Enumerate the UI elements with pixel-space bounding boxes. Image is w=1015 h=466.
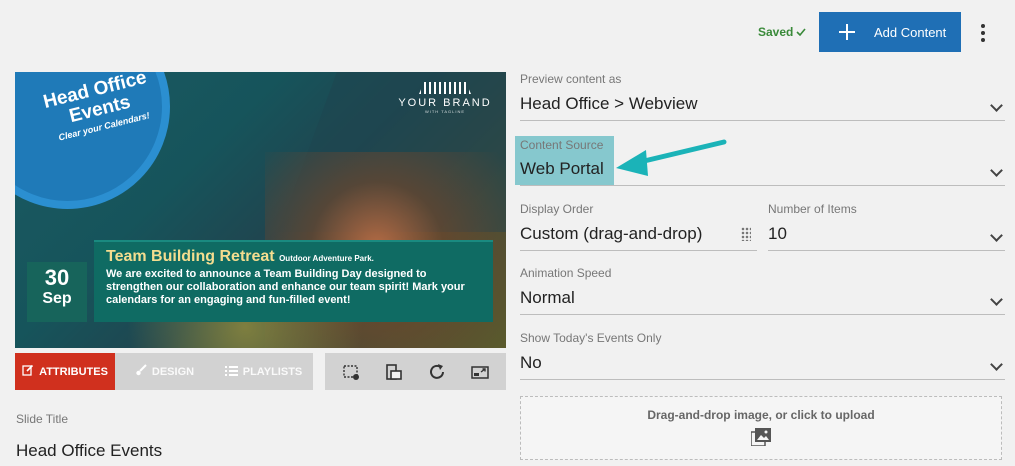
tab-design[interactable]: DESIGN — [115, 353, 214, 390]
content-source-label: Content Source — [520, 138, 604, 152]
animation-speed-value: Normal — [520, 288, 575, 307]
number-of-items-value: 10 — [768, 224, 787, 243]
display-order-select[interactable]: Display Order Custom (drag-and-drop) — [520, 202, 757, 251]
editor-tabs: ATTRIBUTES DESIGN PLAYLISTS — [15, 353, 313, 390]
chevron-down-icon — [990, 99, 1003, 112]
slide-title-input[interactable]: Head Office Events — [16, 441, 162, 461]
add-content-button[interactable]: Add Content — [819, 12, 961, 52]
image-upload-icon — [750, 428, 771, 447]
tab-design-label: DESIGN — [151, 365, 195, 378]
brand-tagline: WITH TAGLINE — [424, 109, 466, 114]
chevron-down-icon — [990, 293, 1003, 306]
tab-playlists-label: PLAYLISTS — [242, 365, 303, 378]
image-upload-dropzone[interactable]: Drag-and-drop image, or click to upload — [520, 396, 1002, 460]
preview-as-label: Preview content as — [520, 72, 622, 86]
event-title: Team Building Retreat — [106, 248, 275, 265]
preview-as-value: Head Office > Webview — [520, 94, 698, 113]
kebab-menu-icon[interactable] — [975, 22, 991, 44]
event-date-day: 30 — [44, 265, 70, 290]
event-date-month: Sep — [42, 290, 72, 307]
upload-label: Drag-and-drop image, or click to upload — [647, 408, 875, 422]
layers-icon[interactable] — [383, 361, 405, 383]
today-events-only-select[interactable]: Show Today's Events Only No — [520, 331, 1005, 380]
event-body: We are excited to announce a Team Buildi… — [106, 268, 465, 306]
event-location: Outdoor Adventure Park. — [279, 254, 374, 263]
slide-preview[interactable]: Head Office Events Clear your Calendars!… — [15, 72, 506, 348]
resize-icon[interactable] — [469, 361, 491, 383]
plus-icon — [839, 24, 855, 40]
chevron-down-icon — [990, 164, 1003, 177]
chevron-down-icon — [990, 229, 1003, 242]
display-order-value: Custom (drag-and-drop) — [520, 224, 703, 243]
drag-grip-icon — [741, 227, 751, 241]
display-order-label: Display Order — [520, 202, 594, 216]
content-source-value: Web Portal — [520, 159, 604, 178]
saved-status: Saved — [758, 25, 806, 39]
preview-as-select[interactable]: Preview content as Head Office > Webview — [520, 72, 1005, 121]
arrow-annotation-icon — [612, 132, 732, 187]
tab-attributes[interactable]: ATTRIBUTES — [15, 353, 115, 390]
check-icon — [796, 25, 806, 39]
add-content-label: Add Content — [874, 24, 947, 40]
crop-icon[interactable] — [340, 361, 362, 383]
brand-roof-icon — [419, 82, 471, 94]
number-of-items-label: Number of Items — [768, 202, 857, 216]
refresh-icon[interactable] — [426, 361, 448, 383]
number-of-items-select[interactable]: Number of Items 10 — [768, 202, 1005, 251]
event-date: 30 Sep — [27, 262, 87, 322]
list-icon — [224, 365, 238, 379]
brand-name: YOUR BRAND — [398, 97, 492, 109]
preview-toolbar — [325, 353, 506, 390]
tab-playlists[interactable]: PLAYLISTS — [214, 353, 313, 390]
brand-logo: YOUR BRAND WITH TAGLINE — [395, 82, 495, 114]
today-events-only-value: No — [520, 353, 542, 372]
today-events-only-label: Show Today's Events Only — [520, 331, 662, 345]
edit-icon — [22, 364, 34, 379]
event-info-box: Team Building Retreat Outdoor Adventure … — [94, 240, 493, 322]
brush-icon — [135, 364, 147, 379]
saved-label: Saved — [758, 25, 794, 39]
content-source-select[interactable]: Content Source Web Portal — [520, 138, 1005, 186]
chevron-down-icon — [990, 358, 1003, 371]
slide-title-label: Slide Title — [16, 412, 69, 426]
tab-attributes-label: ATTRIBUTES — [39, 365, 108, 378]
animation-speed-select[interactable]: Animation Speed Normal — [520, 266, 1005, 315]
animation-speed-label: Animation Speed — [520, 266, 612, 280]
